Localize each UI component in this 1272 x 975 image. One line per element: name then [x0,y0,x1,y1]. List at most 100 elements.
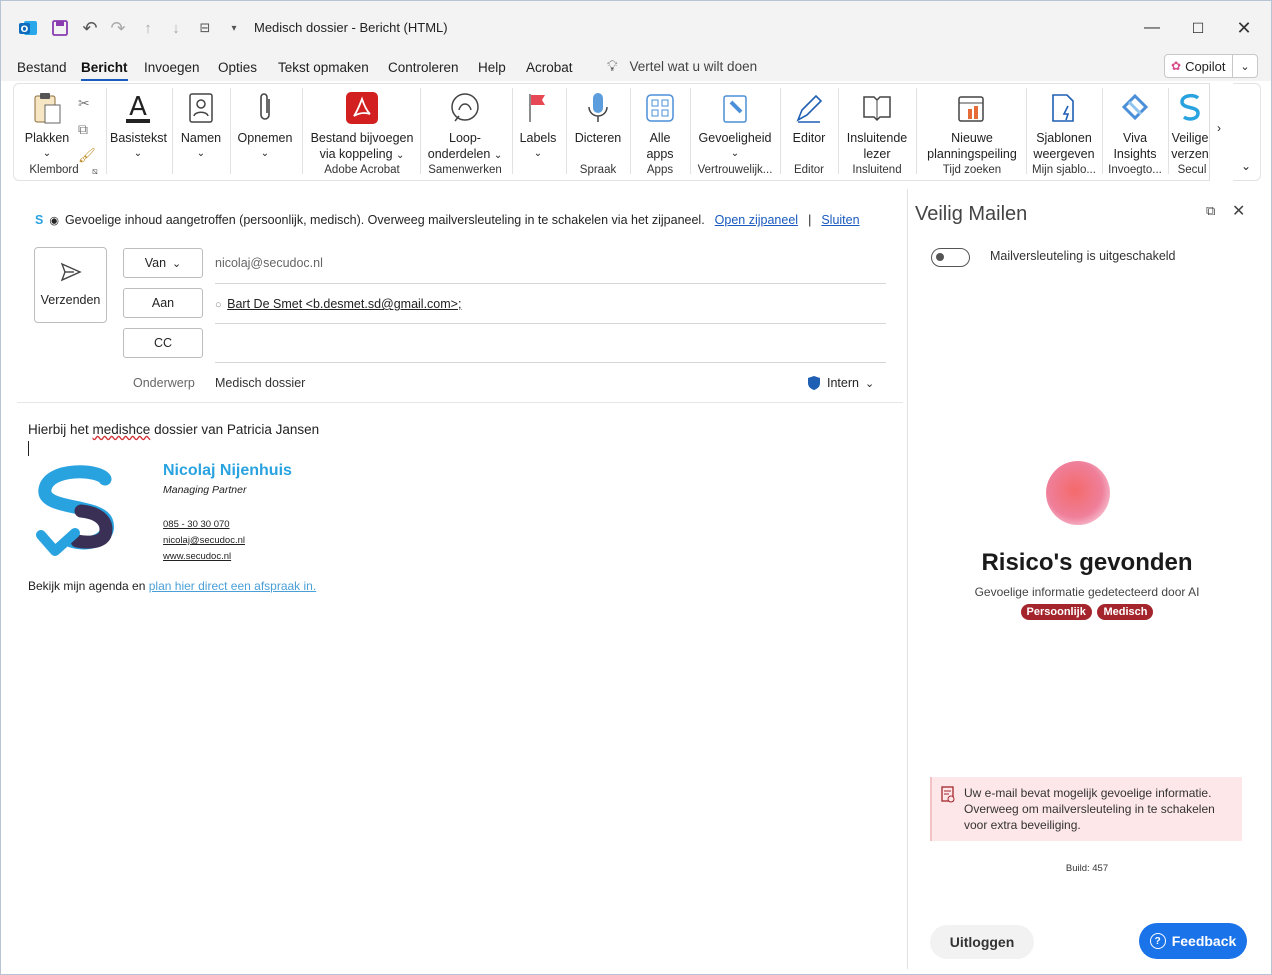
move-up-icon[interactable]: ↑ [137,17,159,39]
body-line-1[interactable]: Hierbij het medishce dossier van Patrici… [28,422,319,437]
paste-button[interactable]: Plakken ⌄ [22,90,72,162]
certificate-warning-icon [940,786,956,807]
group-adobe: Adobe Acrobat [324,164,400,176]
menu-help[interactable]: Help [478,60,506,75]
group-insluitend: Insluitend [852,164,902,176]
dictate-button[interactable]: Dicteren [570,90,626,146]
feedback-button[interactable]: ? Feedback [1139,923,1247,959]
labels-button[interactable]: Labels ⌄ [516,90,560,162]
appointment-link[interactable]: plan hier direct een afspraak in. [149,579,316,593]
signature-email[interactable]: nicolaj@secudoc.nl [163,533,245,549]
redo-icon[interactable]: ↷ [107,17,129,39]
misspelled-word[interactable]: medishce [93,422,151,437]
sensitivity-label-button[interactable]: Intern ⌄ [807,375,874,391]
menu-bericht[interactable]: Bericht [81,60,128,81]
group-spraak: Spraak [579,164,617,176]
svg-text:O: O [21,25,29,35]
menu-controleren[interactable]: Controleren [388,60,459,75]
outlook-logo-icon: O [17,17,39,39]
chevron-down-icon: ⌄ [260,148,270,159]
immersive-reader-icon [842,90,912,126]
group-secu: Secul [1177,164,1207,176]
open-side-pane-link[interactable]: Open zijpaneel [715,213,798,227]
chevron-down-icon: ⌄ [493,150,503,161]
encryption-toggle[interactable] [931,248,970,267]
subject-label: Onderwerp [133,376,195,390]
to-button[interactable]: Aan [123,288,203,318]
from-value: nicolaj@secudoc.nl [215,256,323,270]
dialog-launcher-icon[interactable]: ⧅ [92,166,98,177]
group-klembord: Klembord [29,164,79,176]
presence-icon: ○ [215,299,222,311]
menu-acrobat[interactable]: Acrobat [526,60,573,75]
subject-input[interactable]: Medisch dossier [215,376,305,390]
customize-qat-icon[interactable]: ▾ [223,17,245,39]
tell-me-search[interactable]: 💡︎ Vertel wat u wilt doen [607,58,757,75]
close-icon[interactable]: ✕ [1221,15,1267,41]
chevron-down-icon[interactable]: ⌄ [1233,60,1257,73]
from-button[interactable]: Van ⌄ [123,248,203,278]
secudoc-logo [35,463,115,564]
undo-icon[interactable]: ↶ [79,17,101,39]
to-recipient[interactable]: Bart De Smet <b.desmet.sd@gmail.com>; [227,297,461,311]
loop-components-button[interactable]: Loop- onderdelen ⌄ [424,90,506,164]
group-mijn: Mijn sjablo... [1032,164,1096,176]
paperclip-icon [236,90,294,126]
new-poll-button[interactable]: Nieuwe planningspeiling [920,90,1024,162]
maximize-icon[interactable]: ☐ [1175,15,1221,41]
secure-send-button[interactable]: Veilige verzen [1170,90,1210,162]
ribbon-scroll-right[interactable]: › [1209,83,1233,181]
chevron-right-icon[interactable]: › [1217,121,1221,135]
pane-pin-icon[interactable]: ⧉ [1206,203,1215,219]
template-icon [1030,90,1098,126]
menu-invoegen[interactable]: Invoegen [144,60,200,75]
basic-text-button[interactable]: A Basistekst ⌄ [110,90,167,162]
group-invoeg: Invoegto... [1108,164,1162,176]
cut-icon[interactable]: ✂ [78,90,96,116]
logout-button[interactable]: Uitloggen [930,925,1034,959]
menu-tekst-opmaken[interactable]: Tekst opmaken [278,60,369,75]
close-notice-link[interactable]: Sluiten [821,213,859,227]
chip-persoonlijk: Persoonlijk [1020,604,1092,620]
pane-close-icon[interactable]: ✕ [1232,201,1245,221]
editor-button[interactable]: Editor [784,90,834,146]
sensitivity-button[interactable]: Gevoeligheid ⌄ [694,90,776,162]
viva-insights-button[interactable]: Viva Insights [1106,90,1164,162]
help-circle-icon: ? [1149,933,1166,949]
signature-website[interactable]: www.secudoc.nl [163,549,245,565]
warning-text: Uw e-mail bevat mogelijk gevoelige infor… [964,786,1215,832]
to-field[interactable]: ○ Bart De Smet <b.desmet.sd@gmail.com>; [215,297,461,311]
move-down-icon[interactable]: ↓ [165,17,187,39]
outlook-window: O ↶ ↷ ↑ ↓ ⊟ ▾ Medisch dossier - Bericht … [0,0,1272,975]
names-button[interactable]: Namen ⌄ [178,90,224,162]
group-samenwerken: Samenwerken [428,164,502,176]
templates-button[interactable]: Sjablonen weergeven [1030,90,1098,162]
immersive-reader-button[interactable]: Insluitende lezer [842,90,912,162]
menu-opties[interactable]: Opties [218,60,257,75]
all-apps-button[interactable]: Alle apps [634,90,686,162]
send-button[interactable]: Verzenden [34,247,107,323]
window-layout-icon[interactable]: ⊟ [194,17,216,39]
attach-via-link-button[interactable]: Bestand bijvoegen via koppeling ⌄ [308,90,416,164]
font-color-icon: A [110,90,166,126]
svg-text:A: A [129,92,147,122]
secudoc-icon [1170,90,1210,126]
title-bar: O ↶ ↷ ↑ ↓ ⊟ ▾ Medisch dossier - Bericht … [1,1,1271,55]
menu-bestand[interactable]: Bestand [17,60,67,75]
copy-icon[interactable]: ⧉ [78,116,96,142]
chevron-down-icon: ⌄ [196,148,206,159]
warning-box: Uw e-mail bevat mogelijk gevoelige infor… [930,777,1242,841]
signature-phone[interactable]: 085 - 30 30 070 [163,517,245,533]
flag-icon [516,90,560,126]
copilot-icon: ✿ [1171,59,1182,73]
loop-icon [424,90,506,126]
cc-button[interactable]: CC [123,328,203,358]
ribbon-expand-chevron-icon[interactable]: ⌄ [1241,159,1251,173]
copilot-button[interactable]: ✿ Copilot ⌄ [1164,54,1258,78]
window-title: Medisch dossier - Bericht (HTML) [254,20,448,35]
attach-button[interactable]: Opnemen ⌄ [236,90,294,162]
tell-me-label: Vertel wat u wilt doen [629,59,758,74]
chip-medisch: Medisch [1097,604,1154,620]
minimize-icon[interactable]: — [1129,15,1175,41]
save-icon[interactable] [49,17,71,39]
